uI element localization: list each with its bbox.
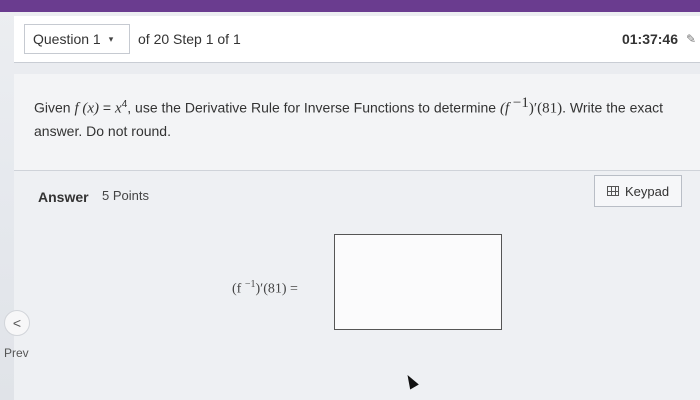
step-indicator: of 20 Step 1 of 1 — [138, 31, 241, 47]
inverse-base: (f — [499, 100, 513, 117]
function-name: f (x) — [74, 100, 100, 117]
points-label: 5 Points — [102, 188, 149, 203]
inverse-argument: (81) — [537, 100, 563, 117]
equals-sign: = — [99, 99, 116, 116]
chevron-left-icon: < — [12, 315, 22, 331]
answer-label: Answer — [38, 189, 89, 205]
answer-input[interactable] — [334, 234, 502, 330]
power-base: x — [115, 100, 122, 117]
pencil-icon[interactable]: ✎ — [686, 32, 696, 46]
question-select-label: Question 1 — [33, 31, 101, 47]
expression-base: (f — [232, 281, 245, 297]
inverse-prime: )′ — [528, 100, 538, 117]
prev-label[interactable]: Prev — [4, 346, 29, 360]
question-select[interactable]: Question 1 ▾ — [24, 24, 130, 54]
calculator-icon — [606, 186, 619, 196]
expression-exponent: −1 — [244, 279, 256, 290]
prev-button[interactable]: < — [4, 310, 30, 336]
question-middle: , use the Derivative Rule for Inverse Fu… — [127, 99, 500, 116]
keypad-button[interactable]: Keypad — [594, 175, 682, 207]
question-text: Given f (x) = x4, use the Derivative Rul… — [34, 92, 684, 142]
answer-expression: (f −1)′(81) = — [232, 279, 298, 298]
answer-panel: Answer 5 Points Keypad (f −1)′(81) = — [14, 171, 700, 400]
question-prefix: Given — [34, 99, 75, 116]
inverse-exponent: −1 — [512, 95, 529, 111]
timer: 01:37:46 — [621, 31, 678, 47]
top-color-bar — [0, 0, 700, 12]
expression-tail: )′(81) = — [255, 281, 298, 297]
chevron-down-icon: ▾ — [108, 33, 114, 44]
keypad-label: Keypad — [624, 183, 670, 199]
question-panel: Given f (x) = x4, use the Derivative Rul… — [14, 74, 700, 170]
question-header: Question 1 ▾ of 20 Step 1 of 1 01:37:46 … — [14, 16, 700, 63]
